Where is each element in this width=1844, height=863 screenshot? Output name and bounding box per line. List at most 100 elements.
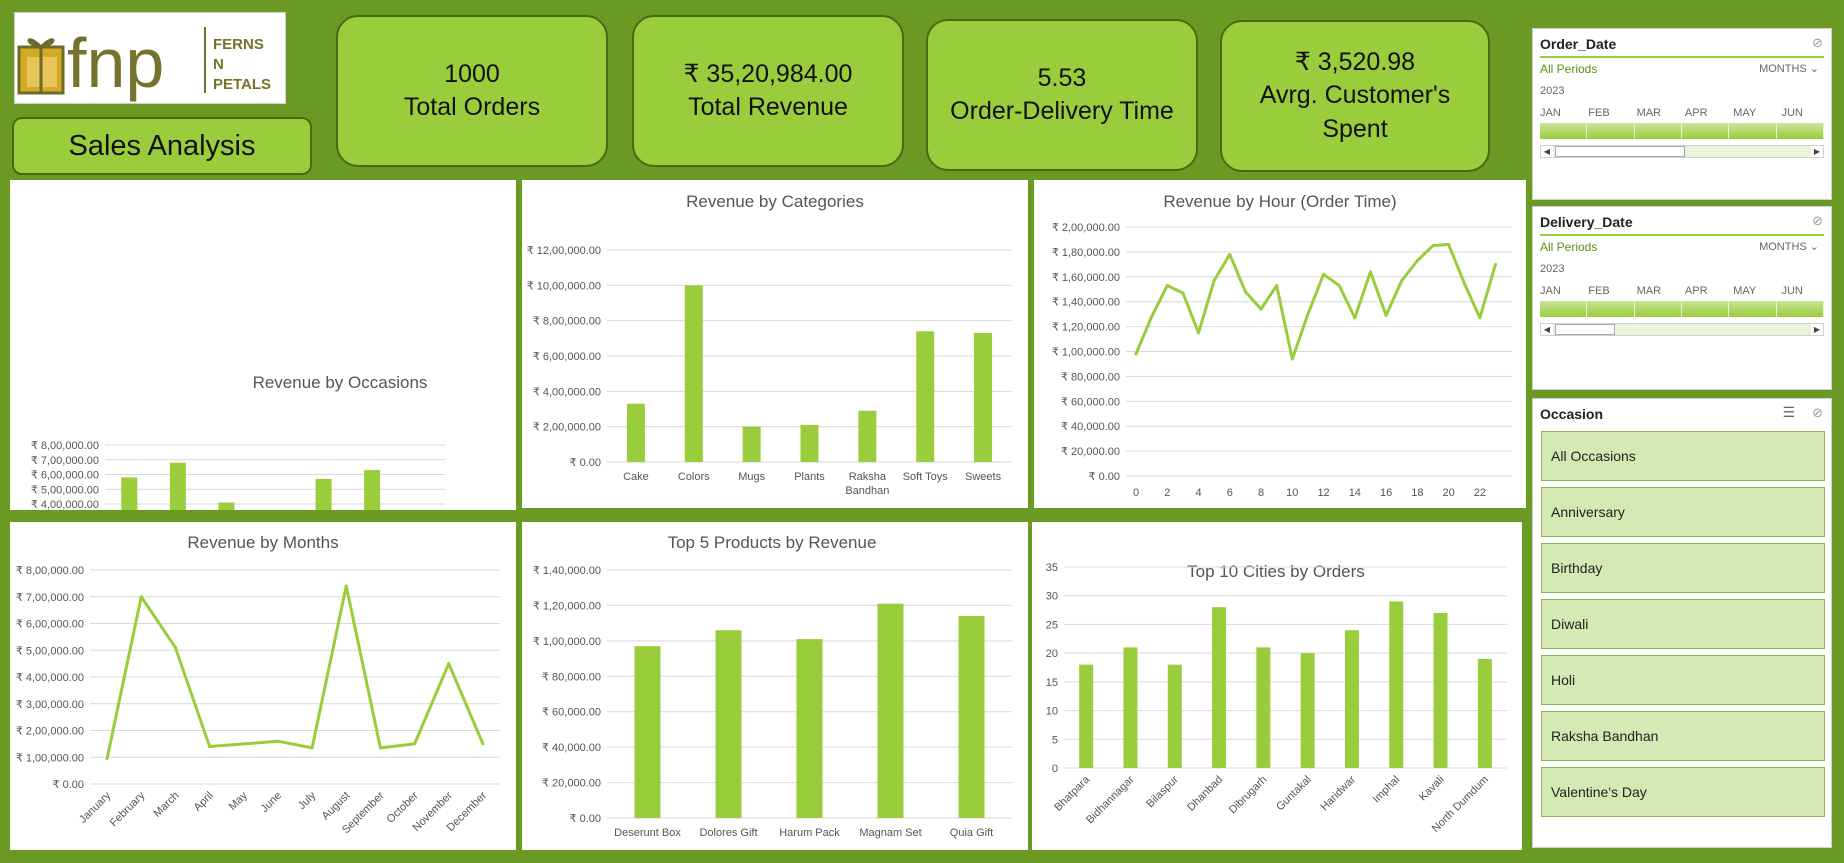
occasion-item[interactable]: All Occasions xyxy=(1541,431,1825,481)
bar[interactable] xyxy=(364,470,381,563)
data-point[interactable] xyxy=(1400,279,1404,283)
data-point[interactable] xyxy=(1197,331,1201,335)
chart-cities-svg: Top 10 Cities by Orders 0 5 10 15 20 25 30 35 Bha… xyxy=(1046,562,1507,835)
scroll-thumb[interactable] xyxy=(1555,146,1685,157)
bar[interactable] xyxy=(626,403,645,462)
data-point[interactable] xyxy=(1181,291,1185,295)
clear-filter-icon[interactable]: ⊘ xyxy=(1812,35,1823,51)
series-line[interactable] xyxy=(105,584,485,759)
x-tick-label: Colors xyxy=(678,471,710,483)
occasion-item[interactable]: Valentine's Day xyxy=(1541,767,1825,817)
multi-select-icon[interactable]: ☰ xyxy=(1782,404,1795,421)
data-point[interactable] xyxy=(1431,244,1435,248)
data-point[interactable] xyxy=(1275,284,1279,288)
bar[interactable] xyxy=(1433,612,1448,768)
bar[interactable] xyxy=(1256,647,1271,768)
data-point[interactable] xyxy=(1322,272,1326,276)
bar[interactable] xyxy=(1344,630,1359,768)
timeline-bar[interactable] xyxy=(1540,123,1824,139)
bar[interactable] xyxy=(916,331,935,462)
y-tick-label: ₹ 0.00 xyxy=(1089,471,1120,483)
clear-filter-icon[interactable]: ⊘ xyxy=(1812,213,1823,229)
bar[interactable] xyxy=(877,603,904,818)
bar[interactable] xyxy=(1167,664,1182,768)
bar[interactable] xyxy=(974,333,993,462)
bar[interactable] xyxy=(958,616,985,818)
timeline-bar[interactable] xyxy=(1540,301,1824,317)
data-point[interactable] xyxy=(310,746,314,750)
bar[interactable] xyxy=(1389,601,1404,768)
period-unit-dropdown[interactable]: MONTHS ⌄ xyxy=(1759,62,1819,75)
data-point[interactable] xyxy=(1368,270,1372,274)
data-point[interactable] xyxy=(139,595,143,599)
bar[interactable] xyxy=(1123,647,1138,768)
data-point[interactable] xyxy=(1228,252,1232,256)
scroll-left-icon[interactable]: ◀ xyxy=(1541,146,1553,157)
all-periods-link[interactable]: All Periods xyxy=(1540,62,1597,76)
data-point[interactable] xyxy=(1290,357,1294,361)
data-point[interactable] xyxy=(1134,352,1138,356)
data-point[interactable] xyxy=(1415,259,1419,263)
bar[interactable] xyxy=(715,630,742,818)
bar[interactable] xyxy=(121,477,138,563)
bar[interactable] xyxy=(218,502,235,563)
data-point[interactable] xyxy=(1447,242,1451,246)
data-point[interactable] xyxy=(1259,307,1263,311)
y-tick-label: 30 xyxy=(1046,591,1058,603)
occasion-item[interactable]: Holi xyxy=(1541,655,1825,705)
bar[interactable] xyxy=(169,462,186,563)
data-point[interactable] xyxy=(1243,290,1247,294)
scroll-left-icon[interactable]: ◀ xyxy=(1541,324,1553,335)
data-point[interactable] xyxy=(1212,279,1216,283)
data-point[interactable] xyxy=(276,739,280,743)
all-periods-link[interactable]: All Periods xyxy=(1540,240,1597,254)
data-point[interactable] xyxy=(1353,316,1357,320)
bar[interactable] xyxy=(1079,664,1094,768)
data-point[interactable] xyxy=(242,742,246,746)
data-point[interactable] xyxy=(1306,312,1310,316)
occasion-item[interactable]: Raksha Bandhan xyxy=(1541,711,1825,761)
bar[interactable] xyxy=(1477,658,1492,768)
data-point[interactable] xyxy=(413,742,417,746)
data-point[interactable] xyxy=(1384,313,1388,317)
scroll-right-icon[interactable]: ▶ xyxy=(1811,324,1823,335)
bar[interactable] xyxy=(858,410,877,462)
period-unit-dropdown[interactable]: MONTHS ⌄ xyxy=(1759,240,1819,253)
data-point[interactable] xyxy=(1493,262,1497,266)
data-point[interactable] xyxy=(1337,284,1341,288)
x-tick-label: Mugs xyxy=(738,471,765,483)
y-tick-label: ₹ 1,20,000.00 xyxy=(1052,322,1120,334)
slicer-order-date[interactable]: Order_Date ⊘ All Periods MONTHS ⌄ 2023 J… xyxy=(1532,28,1832,200)
data-point[interactable] xyxy=(447,662,451,666)
data-point[interactable] xyxy=(208,745,212,749)
timeline-scrollbar[interactable]: ◀ ▶ xyxy=(1540,145,1824,158)
bar[interactable] xyxy=(684,285,703,462)
data-point[interactable] xyxy=(481,742,485,746)
bar[interactable] xyxy=(796,639,823,818)
slicer-delivery-date[interactable]: Delivery_Date ⊘ All Periods MONTHS ⌄ 202… xyxy=(1532,206,1832,390)
data-point[interactable] xyxy=(1462,281,1466,285)
occasion-item[interactable]: Birthday xyxy=(1541,543,1825,593)
clear-filter-icon[interactable]: ⊘ xyxy=(1812,405,1823,421)
bar[interactable] xyxy=(634,646,661,818)
scroll-thumb[interactable] xyxy=(1555,324,1615,335)
data-point[interactable] xyxy=(344,584,348,588)
data-point[interactable] xyxy=(173,646,177,650)
bar[interactable] xyxy=(1212,607,1227,768)
occasion-item[interactable]: Diwali xyxy=(1541,599,1825,649)
data-point[interactable] xyxy=(105,757,109,761)
scroll-right-icon[interactable]: ▶ xyxy=(1811,146,1823,157)
timeline-scrollbar[interactable]: ◀ ▶ xyxy=(1540,323,1824,336)
bar[interactable] xyxy=(742,426,761,462)
bar[interactable] xyxy=(315,478,332,563)
data-point[interactable] xyxy=(1478,316,1482,320)
slicer-occasion[interactable]: Occasion ☰ ⊘ All Occasions Anniversary B… xyxy=(1532,398,1832,848)
bar[interactable] xyxy=(1300,653,1315,768)
y-tick-label: 0 xyxy=(1052,763,1058,775)
bar[interactable] xyxy=(800,424,819,462)
data-point[interactable] xyxy=(1165,284,1169,288)
occasion-item[interactable]: Anniversary xyxy=(1541,487,1825,537)
x-tick-label: Deserunt Box xyxy=(614,827,681,839)
data-point[interactable] xyxy=(378,746,382,750)
data-point[interactable] xyxy=(1150,315,1154,319)
